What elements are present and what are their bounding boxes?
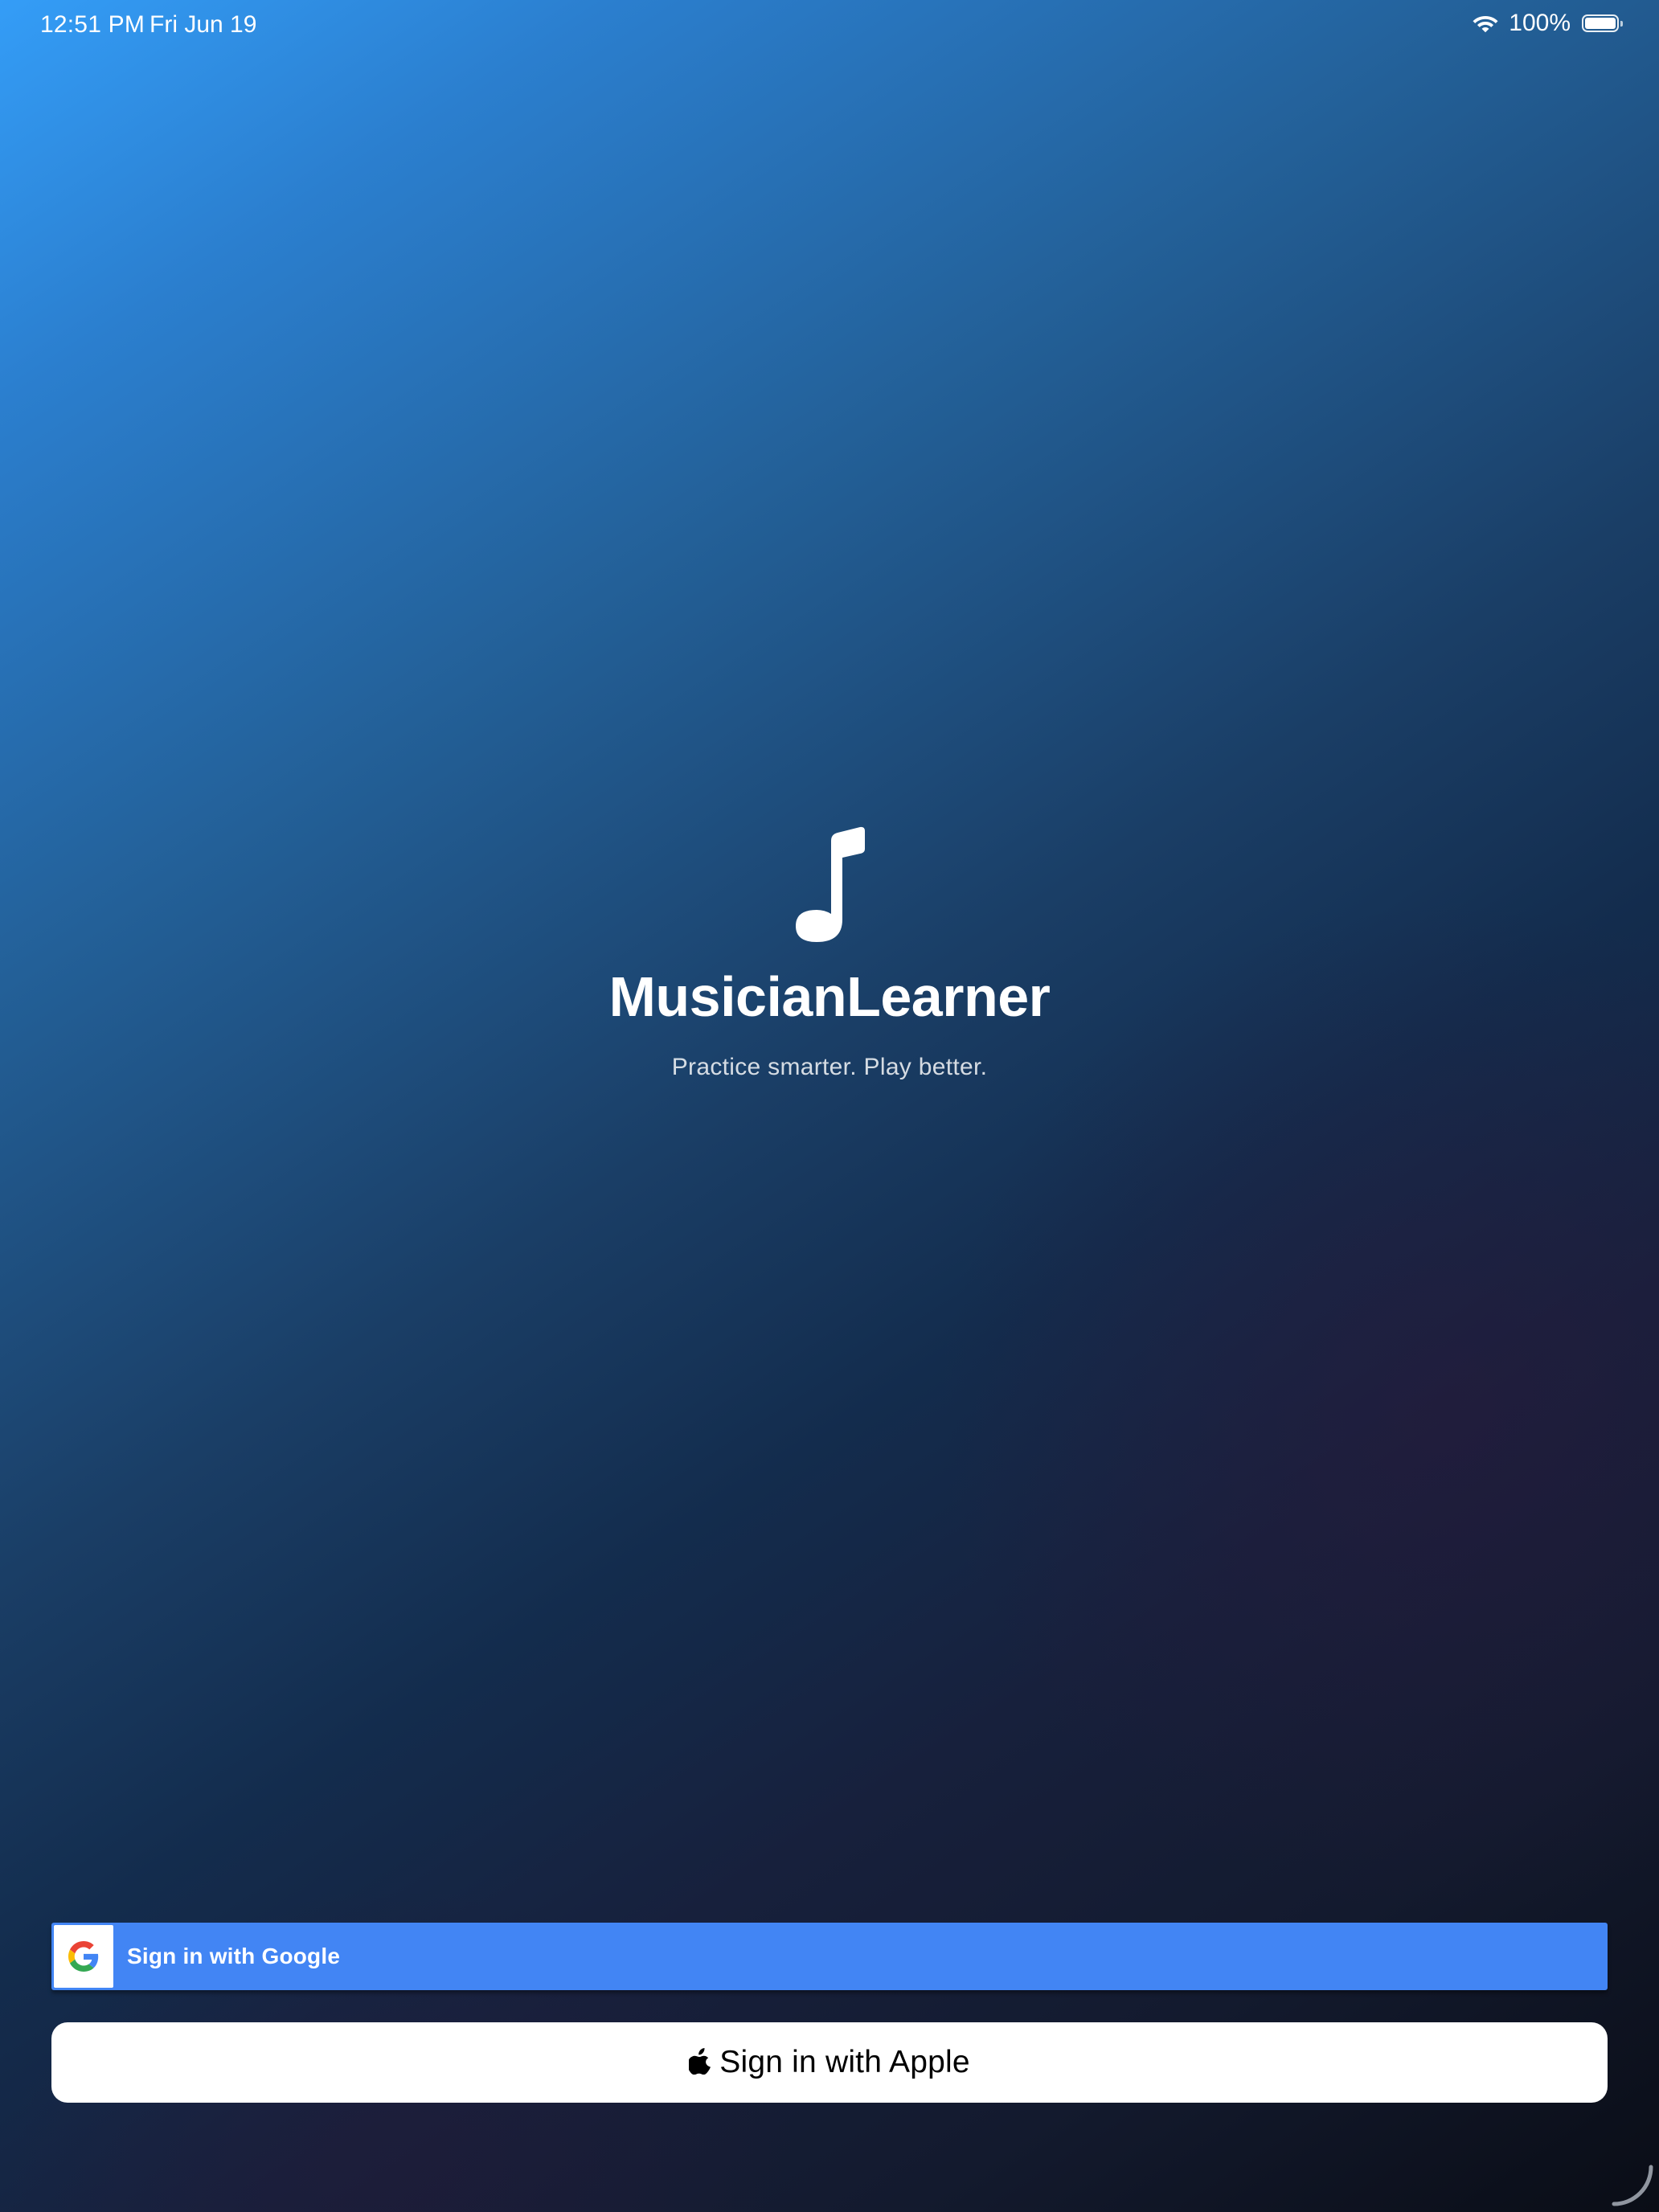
loading-spinner-icon <box>1612 2165 1653 2206</box>
status-bar: 12:51 PM Fri Jun 19 100% <box>0 0 1659 51</box>
google-logo-box <box>54 1925 113 1988</box>
status-time: 12:51 PM <box>40 11 145 38</box>
status-date: Fri Jun 19 <box>150 11 257 38</box>
music-note-icon <box>796 826 865 942</box>
sign-in-google-button[interactable]: Sign in with Google <box>51 1923 1608 1990</box>
sign-in-apple-button[interactable]: Sign in with Apple <box>51 2022 1608 2103</box>
app-title: MusicianLearner <box>608 965 1051 1028</box>
apple-logo-icon <box>689 2048 711 2075</box>
wifi-icon <box>1473 16 1498 33</box>
google-button-label: Sign in with Google <box>127 1944 341 1968</box>
battery-percentage: 100% <box>1509 10 1571 36</box>
apple-button-label: Sign in with Apple <box>719 2045 970 2079</box>
app-tagline: Practice smarter. Play better. <box>671 1054 988 1080</box>
battery-icon <box>1582 14 1623 32</box>
google-g-icon <box>68 1941 99 1972</box>
status-indicators: 100% <box>1472 10 1623 37</box>
